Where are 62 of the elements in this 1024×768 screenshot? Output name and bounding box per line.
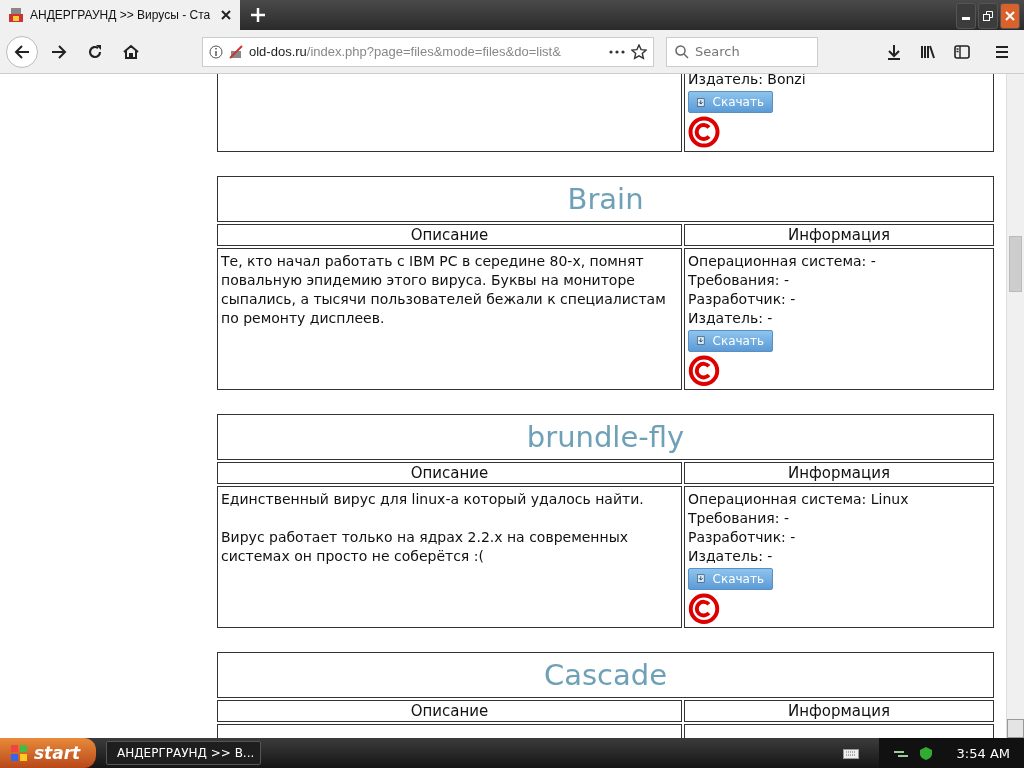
info-line: Операционная система: - <box>688 252 877 271</box>
security-shield-icon[interactable] <box>918 746 933 760</box>
more-icon[interactable] <box>609 49 625 54</box>
entry-title: Cascade <box>217 652 994 698</box>
download-arrow-icon[interactable] <box>886 43 902 60</box>
keyboard-icon[interactable] <box>842 747 859 759</box>
close-icon[interactable] <box>220 9 232 21</box>
new-tab-icon[interactable] <box>250 7 266 23</box>
scrollbar[interactable] <box>1006 74 1024 738</box>
column-header: Описание <box>217 462 682 484</box>
bookmark-star-icon[interactable] <box>631 43 647 60</box>
info-line: Издатель: - <box>688 547 774 566</box>
address-bar[interactable]: old-dos.ru/index.php?page=files&mode=files&do=list& <box>202 36 654 67</box>
close-button[interactable] <box>1000 3 1020 29</box>
info-line: Издатель: - <box>688 309 774 328</box>
copyright-icon <box>688 354 720 386</box>
insecure-lock-icon <box>229 44 243 59</box>
info-line: Операционная система: Linux <box>688 490 910 509</box>
close-icon <box>1005 11 1015 21</box>
info-line: Разработчик: - <box>688 290 797 309</box>
copyright-icon <box>688 592 720 624</box>
description-text: Те, кто начал работать с IBM PC в середине 80-х, помнят повальную эпидемию этого вируса. Буквы на мониторе сыпались, а тысячи пользователей бежали к специалистам по ремонту дисплеев. <box>221 252 667 328</box>
reload-icon <box>87 43 103 60</box>
search-icon <box>675 44 689 59</box>
menu-icon[interactable] <box>994 43 1010 60</box>
restore-button[interactable] <box>978 3 998 29</box>
download-icon <box>697 334 705 348</box>
info-icon <box>209 44 223 59</box>
info-line: Требования: - <box>688 509 790 528</box>
search-field[interactable]: Search <box>666 36 818 67</box>
url-text: old-dos.ru/index.php?page=files&mode=files&do=list& <box>249 44 562 59</box>
minimize-button[interactable] <box>956 3 976 29</box>
back-arrow-icon <box>13 42 31 61</box>
entry-title: Brain <box>217 176 994 222</box>
windows-logo-icon <box>10 744 28 762</box>
browser-tab[interactable]: АНДЕРГРАУНД >> Вирусы - Ста <box>0 0 240 30</box>
tab-title: АНДЕРГРАУНД >> Вирусы - Ста <box>30 8 212 22</box>
column-header: Описание <box>217 224 682 246</box>
back-button[interactable] <box>6 35 38 68</box>
start-button[interactable]: start <box>0 738 96 768</box>
column-header: Информация <box>684 700 994 722</box>
copyright-icon <box>688 116 720 148</box>
description-text: Вирус работает только на ядрах 2.2.x на современных системах он просто не соберётся :( <box>221 528 629 566</box>
column-header: Информация <box>684 462 994 484</box>
info-line: Издатель: Bonzi <box>688 74 807 89</box>
entry-title: brundle-fly <box>217 414 994 460</box>
taskbar-task[interactable]: АНДЕРГРАУНД >> В... <box>106 741 261 765</box>
forward-arrow-icon <box>50 42 68 61</box>
search-placeholder: Search <box>695 44 740 59</box>
description-text: Единственный вирус для linux-а который удалось найти. <box>221 490 645 509</box>
column-header: Информация <box>684 224 994 246</box>
download-icon <box>697 95 705 109</box>
column-header: Описание <box>217 700 682 722</box>
home-icon <box>123 43 139 60</box>
library-icon[interactable] <box>920 43 936 60</box>
clock-text: 3:54 AM <box>956 745 1010 761</box>
info-line: Требования: - <box>688 271 790 290</box>
download-icon <box>697 572 705 586</box>
sidebar-icon[interactable] <box>954 43 970 60</box>
restore-icon <box>983 11 993 21</box>
info-line: Разработчик: - <box>688 528 797 547</box>
site-favicon <box>8 7 24 23</box>
